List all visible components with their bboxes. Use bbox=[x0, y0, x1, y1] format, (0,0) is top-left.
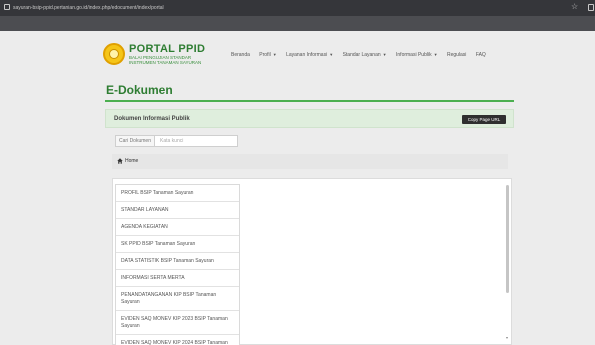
star-icon[interactable]: ☆ bbox=[571, 2, 578, 12]
home-icon bbox=[117, 158, 123, 164]
chevron-down-icon: ▼ bbox=[433, 52, 438, 57]
list-item[interactable]: EVIDEN SAQ MONEV KIP 2023 BSIP Tanaman S… bbox=[116, 311, 239, 335]
nav-beranda[interactable]: Beranda bbox=[231, 52, 250, 58]
title-divider bbox=[105, 100, 514, 102]
nav-informasi-publik[interactable]: Informasi Publik ▼ bbox=[396, 52, 438, 58]
nav-profil[interactable]: Profil ▼ bbox=[259, 52, 276, 58]
main-nav: Beranda Profil ▼ Layanan Informasi ▼ Stand… bbox=[231, 51, 494, 59]
list-item[interactable]: PENANDATANGANAN KIP BSIP Tanaman Sayuran bbox=[116, 287, 239, 311]
search-label: Cari Dokumen bbox=[115, 135, 155, 147]
chevron-down-icon: ▼ bbox=[272, 52, 277, 57]
breadcrumb: Home bbox=[112, 154, 508, 169]
copy-page-url-button[interactable]: Copy Page URL bbox=[462, 115, 506, 124]
window-icon[interactable] bbox=[588, 4, 594, 11]
search-input[interactable]: Kata kunci bbox=[155, 135, 238, 147]
document-panel: PROFIL BSIP Tanaman Sayuran STANDAR LAYA… bbox=[112, 178, 512, 345]
nav-standar-layanan[interactable]: Standar Layanan ▼ bbox=[343, 52, 387, 58]
site-info-icon[interactable] bbox=[4, 4, 10, 10]
breadcrumb-home[interactable]: Home bbox=[125, 157, 138, 165]
list-item[interactable]: STANDAR LAYANAN bbox=[116, 202, 239, 219]
nav-regulasi[interactable]: Regulasi bbox=[447, 52, 466, 58]
chevron-down-icon: ▼ bbox=[382, 52, 387, 57]
page: PORTAL PPID BALAI PENGUJIAN STANDAR INST… bbox=[0, 31, 595, 345]
list-item[interactable]: DATA STATISTIK BSIP Tanaman Sayuran bbox=[116, 253, 239, 270]
list-item[interactable]: SK PPID BSIP Tanaman Sayuran bbox=[116, 236, 239, 253]
nav-faq[interactable]: FAQ bbox=[476, 52, 486, 58]
address-bar[interactable]: sayuran-bsip-ppid.pertanian.go.id/index.… bbox=[4, 3, 164, 13]
url-text: sayuran-bsip-ppid.pertanian.go.id/index.… bbox=[13, 5, 164, 11]
document-list: PROFIL BSIP Tanaman Sayuran STANDAR LAYA… bbox=[115, 184, 240, 345]
browser-subbar bbox=[0, 16, 595, 31]
brand-subtitle-2: INSTRUMEN TANAMAN SAYURAN bbox=[129, 60, 202, 65]
brand-title[interactable]: PORTAL PPID bbox=[129, 43, 205, 55]
list-item[interactable]: EVIDEN SAQ MONEV KIP 2024 BSIP Tanaman S… bbox=[116, 335, 239, 345]
browser-toolbar: sayuran-bsip-ppid.pertanian.go.id/index.… bbox=[0, 0, 595, 16]
scroll-down-icon[interactable]: ▾ bbox=[506, 335, 508, 340]
list-item[interactable]: INFORMASI SERTA MERTA bbox=[116, 270, 239, 287]
chevron-down-icon: ▼ bbox=[329, 52, 334, 57]
card-title: Dokumen Informasi Publik bbox=[114, 116, 190, 122]
list-item[interactable]: PROFIL BSIP Tanaman Sayuran bbox=[116, 185, 239, 202]
page-title: E-Dokumen bbox=[106, 83, 173, 97]
scrollbar-thumb[interactable] bbox=[506, 185, 509, 293]
logo-icon[interactable] bbox=[103, 43, 125, 65]
nav-layanan-informasi[interactable]: Layanan Informasi ▼ bbox=[286, 52, 333, 58]
card-header: Dokumen Informasi Publik Copy Page URL bbox=[105, 109, 514, 128]
list-item[interactable]: AGENDA KEGIATAN bbox=[116, 219, 239, 236]
